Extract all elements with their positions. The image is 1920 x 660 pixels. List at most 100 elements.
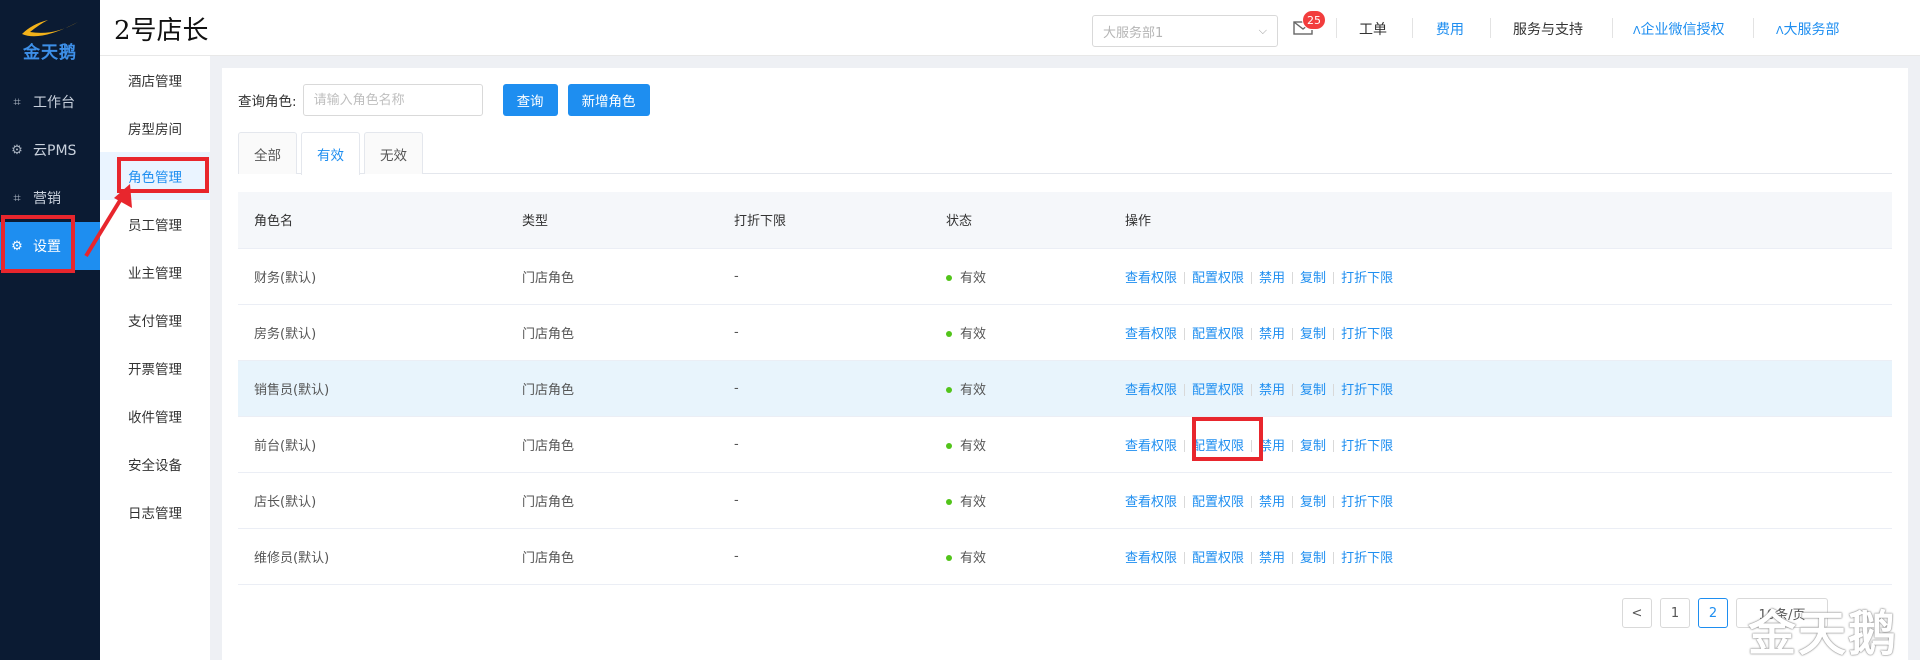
store-select[interactable]: 大服务部1 ⌵	[1092, 15, 1278, 47]
role-management-panel: 查询角色: 查询 新增角色 全部 有效 无效 角色名 类型 打折下限 状态 操作…	[222, 68, 1908, 660]
table-row: 维修员(默认) 门店角色 - 有效 查看权限 配置权限 禁用 复制 打折下限	[238, 528, 1892, 585]
status-text: 有效	[960, 438, 987, 454]
action-separator	[1184, 496, 1186, 508]
disable-link[interactable]: 禁用	[1259, 439, 1285, 454]
configure-permissions-link[interactable]: 配置权限	[1192, 383, 1244, 398]
copy-link[interactable]: 复制	[1300, 271, 1326, 286]
view-permissions-link[interactable]: 查看权限	[1125, 271, 1177, 286]
annotation-arrow-icon	[84, 184, 132, 258]
table-row: 财务(默认) 门店角色 - 有效 查看权限 配置权限 禁用 复制 打折下限	[238, 248, 1892, 305]
disable-link[interactable]: 禁用	[1259, 327, 1285, 342]
sidebar-item-label: 工作台	[33, 95, 75, 111]
pagination-page-2[interactable]: 2	[1698, 598, 1728, 628]
sidebar-item-label: 云PMS	[33, 143, 77, 159]
actions-cell: 查看权限 配置权限 禁用 复制 打折下限	[1109, 472, 1892, 529]
action-separator	[1292, 328, 1294, 340]
status-dot-icon	[946, 443, 952, 449]
subnav-item-security[interactable]: 安全设备	[100, 440, 210, 488]
subnav-item-hotel[interactable]: 酒店管理	[100, 56, 210, 104]
tab-active[interactable]: 有效	[301, 132, 360, 175]
header-divider	[1612, 18, 1613, 38]
status-cell: 有效	[930, 416, 1109, 473]
copy-link[interactable]: 复制	[1300, 551, 1326, 566]
disable-link[interactable]: 禁用	[1259, 495, 1285, 510]
user-icon: ꓥ	[1776, 24, 1784, 37]
pagination-prev-button[interactable]: <	[1622, 598, 1652, 628]
view-permissions-link[interactable]: 查看权限	[1125, 551, 1177, 566]
disable-link[interactable]: 禁用	[1259, 383, 1285, 398]
discount-limit-link[interactable]: 打折下限	[1341, 327, 1393, 342]
subnav-item-invoice[interactable]: 开票管理	[100, 344, 210, 392]
view-permissions-link[interactable]: 查看权限	[1125, 439, 1177, 454]
action-separator	[1184, 272, 1186, 284]
header-divider	[1412, 18, 1413, 38]
disable-link[interactable]: 禁用	[1259, 271, 1285, 286]
status-text: 有效	[960, 326, 987, 342]
support-link[interactable]: 服务与支持	[1513, 19, 1583, 39]
actions-cell: 查看权限 配置权限 禁用 复制 打折下限	[1109, 304, 1892, 361]
configure-permissions-link[interactable]: 配置权限	[1192, 271, 1244, 286]
sidebar-item-dashboard[interactable]: ⌗ 工作台	[0, 78, 100, 126]
configure-permissions-link[interactable]: 配置权限	[1192, 439, 1244, 454]
discount-limit-link[interactable]: 打折下限	[1341, 551, 1393, 566]
discount-limit-link[interactable]: 打折下限	[1341, 439, 1393, 454]
role-search-input[interactable]	[302, 84, 483, 116]
copy-link[interactable]: 复制	[1300, 383, 1326, 398]
action-separator	[1184, 552, 1186, 564]
action-separator	[1333, 440, 1335, 452]
subnav-item-room-types[interactable]: 房型房间	[100, 104, 210, 152]
wechat-auth-label: 企业微信授权	[1640, 22, 1725, 38]
marketing-icon: ⌗	[13, 190, 21, 206]
gear-icon: ⚙	[11, 142, 23, 158]
tab-inactive[interactable]: 无效	[364, 132, 423, 174]
page-title: 2号店长	[114, 16, 209, 46]
view-permissions-link[interactable]: 查看权限	[1125, 383, 1177, 398]
query-button[interactable]: 查询	[502, 84, 558, 116]
view-permissions-link[interactable]: 查看权限	[1125, 327, 1177, 342]
tab-all[interactable]: 全部	[238, 132, 297, 174]
status-dot-icon	[946, 331, 952, 337]
action-separator	[1333, 328, 1335, 340]
configure-permissions-link[interactable]: 配置权限	[1192, 327, 1244, 342]
column-header-role-name: 角色名	[238, 192, 506, 249]
wechat-auth-link[interactable]: ꓥ企业微信授权	[1633, 19, 1725, 39]
store-select-value: 大服务部1	[1103, 25, 1164, 41]
configure-permissions-link[interactable]: 配置权限	[1192, 551, 1244, 566]
copy-link[interactable]: 复制	[1300, 327, 1326, 342]
role-type-cell: 门店角色	[506, 304, 718, 361]
fees-link[interactable]: 费用	[1436, 19, 1464, 39]
column-header-type: 类型	[506, 192, 718, 249]
discount-limit-link[interactable]: 打折下限	[1341, 383, 1393, 398]
sidebar-item-cloud-pms[interactable]: ⚙ 云PMS	[0, 126, 100, 174]
subnav-item-payment[interactable]: 支付管理	[100, 296, 210, 344]
action-separator	[1333, 496, 1335, 508]
sidebar-item-label: 营销	[33, 191, 61, 207]
table-row: 店长(默认) 门店角色 - 有效 查看权限 配置权限 禁用 复制 打折下限	[238, 472, 1892, 529]
logo-text: 金天鹅	[23, 42, 77, 63]
discount-limit-link[interactable]: 打折下限	[1341, 271, 1393, 286]
discount-cell: -	[718, 304, 930, 361]
header-divider	[1490, 18, 1491, 38]
status-text: 有效	[960, 270, 987, 286]
work-order-link[interactable]: 工单	[1359, 19, 1387, 39]
column-header-actions: 操作	[1109, 192, 1892, 249]
status-text: 有效	[960, 382, 987, 398]
table-row: 销售员(默认) 门店角色 - 有效 查看权限 配置权限 禁用 复制 打折下限	[238, 360, 1892, 417]
subnav-item-logs[interactable]: 日志管理	[100, 488, 210, 536]
action-separator	[1184, 384, 1186, 396]
pagination-page-1[interactable]: 1	[1660, 598, 1690, 628]
table-row: 前台(默认) 门店角色 - 有效 查看权限 配置权限 禁用 复制 打折下限	[238, 416, 1892, 473]
discount-cell: -	[718, 472, 930, 529]
configure-permissions-link[interactable]: 配置权限	[1192, 495, 1244, 510]
discount-limit-link[interactable]: 打折下限	[1341, 495, 1393, 510]
copy-link[interactable]: 复制	[1300, 495, 1326, 510]
disable-link[interactable]: 禁用	[1259, 551, 1285, 566]
status-cell: 有效	[930, 248, 1109, 305]
user-menu[interactable]: ꓥ大服务部	[1776, 19, 1840, 39]
view-permissions-link[interactable]: 查看权限	[1125, 495, 1177, 510]
actions-cell: 查看权限 配置权限 禁用 复制 打折下限	[1109, 528, 1892, 585]
dashboard-icon: ⌗	[13, 94, 21, 110]
copy-link[interactable]: 复制	[1300, 439, 1326, 454]
add-role-button[interactable]: 新增角色	[567, 84, 650, 116]
subnav-item-mail[interactable]: 收件管理	[100, 392, 210, 440]
